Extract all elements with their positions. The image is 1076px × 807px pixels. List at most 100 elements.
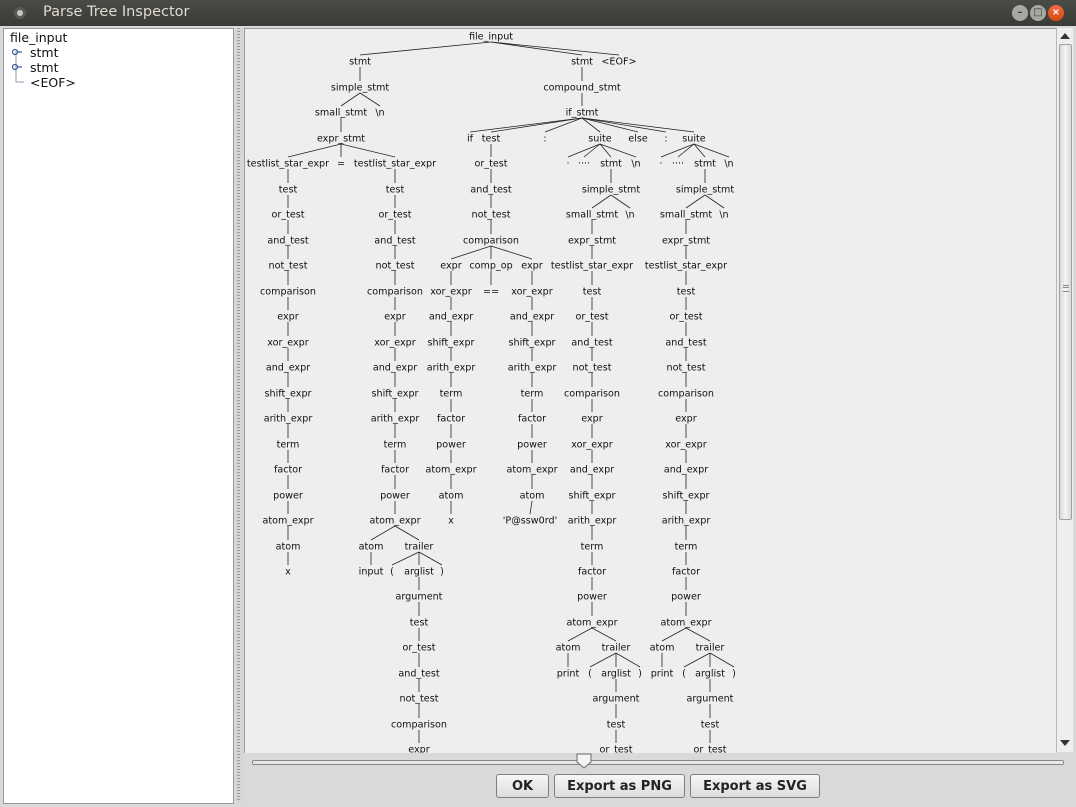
tree-node-label: suite [588,134,612,145]
tree-node-label: and_test [665,338,707,349]
tree-node-label: expr [521,261,543,272]
tree-node-label: not_test [400,694,439,705]
tree-node-label: power [380,491,410,502]
tree-node-label: shift_expr [509,338,556,349]
tree-node-stmt[interactable]: stmt [30,45,59,60]
tree-node-label: arglist [601,669,631,680]
tree-node-label: == [483,287,499,298]
tree-edge [591,627,617,642]
tree-node-label: or_test [271,210,304,221]
tree-node-label: or_test [693,745,726,754]
tree-node-label: stmt [600,159,622,170]
scroll-up-arrow-icon[interactable] [1060,33,1070,39]
tree-node-label: comparison [260,287,316,298]
vertical-scrollbar[interactable] [1056,28,1073,752]
tree-node-label: trailer [696,643,725,654]
tree-node-stmt[interactable]: stmt [30,60,59,75]
tree-node-label: test [386,185,405,196]
tree-node-label: stmt [694,159,716,170]
parse-tree-canvas[interactable]: file_input stmt stmt <EOF> simple_stmt small_… [244,28,1057,753]
tree-node-label: factor [672,567,700,578]
tree-node-label: not_test [667,363,706,374]
tree-edge [615,652,641,668]
tree-node-label: atom_expr [369,516,420,527]
tree-node-label: compound_stmt [543,83,621,94]
tree-node-label: atom [359,542,384,553]
export-svg-button[interactable]: Export as SVG [690,774,820,798]
tree-node-label: test [279,185,298,196]
tree-view[interactable]: file_input stmt stmt <EOF> [3,28,234,804]
tree-node-label: print [651,669,674,680]
tree-edge [567,143,601,158]
tree-node-label: test [607,720,626,731]
tree-node-label: ···· [672,159,684,170]
tree-node-label: testlist_star_expr [645,261,727,272]
tree-node-label: testlist_star_expr [354,159,436,170]
tree-node-label: and_test [398,669,440,680]
tree-node-label: power [517,440,547,451]
tree-node-label: and_expr [266,363,310,374]
export-png-button[interactable]: Export as PNG [554,774,685,798]
close-icon[interactable]: × [1048,5,1064,21]
tree-node-label: test [701,720,720,731]
tree-node-label: expr [675,414,697,425]
tree-edge [529,500,533,515]
tree-edge [581,117,695,133]
tree-node-label: term [675,542,698,553]
tree-node-label: not_test [376,261,415,272]
title-bar[interactable]: Parse Tree Inspector – □ × [0,0,1076,26]
tree-node-label: or_test [474,159,507,170]
tree-node-label: and_expr [510,312,554,323]
expand-handle-icon[interactable] [12,63,22,71]
scrollbar-thumb[interactable] [1059,44,1072,520]
tree-edge [391,551,420,566]
tree-edge [340,92,361,107]
tree-node-label: not_test [269,261,308,272]
tree-node-label: x [448,516,454,527]
scroll-down-arrow-icon[interactable] [1060,740,1070,746]
tree-node-label: atom [276,542,301,553]
tree-node-label: : [543,134,546,145]
tree-node-label: \n [724,159,733,170]
tree-node-label: small_stmt [660,210,712,221]
tree-node-label: testlist_star_expr [551,261,633,272]
zoom-slider-track[interactable] [252,760,1064,765]
tree-node-label: power [436,440,466,451]
tree-node-file-input[interactable]: file_input [10,30,67,45]
tree-edge [677,143,695,158]
tree-node-label: xor_expr [665,440,706,451]
tree-edge [394,525,420,541]
tree-node-label: term [521,389,544,400]
tree-node-label: term [440,389,463,400]
tree-node-label: expr [581,414,603,425]
window-menu-icon[interactable] [14,7,26,19]
tree-node-label: shift_expr [372,389,419,400]
ok-button[interactable]: OK [496,774,549,798]
tree-node-eof[interactable]: <EOF> [30,75,76,90]
tree-node-label: arith_expr [427,363,476,374]
tree-node-label: argument [593,694,640,705]
tree-node-label: suite [682,134,706,145]
tree-node-label: x [285,567,291,578]
tree-node-label: shift_expr [428,338,475,349]
tree-node-label: ( [682,669,686,680]
tree-node-label: atom [650,643,675,654]
zoom-slider-thumb[interactable] [576,753,592,769]
expand-handle-icon[interactable] [12,48,22,56]
tree-node-label: and_test [470,185,512,196]
tree-edge [610,194,631,209]
tree-node-label: or_test [669,312,702,323]
maximize-icon[interactable]: □ [1030,5,1046,21]
tree-node-label: comparison [564,389,620,400]
tree-node-label: arith_expr [662,516,711,527]
split-pane-divider[interactable] [234,28,243,802]
tree-node-label: test [677,287,696,298]
tree-node-label: shift_expr [265,389,312,400]
tree-edge [359,41,492,56]
tree-node-label: expr [440,261,462,272]
tree-node-label: factor [518,414,546,425]
tree-node-label: atom_expr [566,618,617,629]
tree-edge [589,652,617,668]
tree-node-label: expr_stmt [568,236,616,247]
minimize-icon[interactable]: – [1012,5,1028,21]
